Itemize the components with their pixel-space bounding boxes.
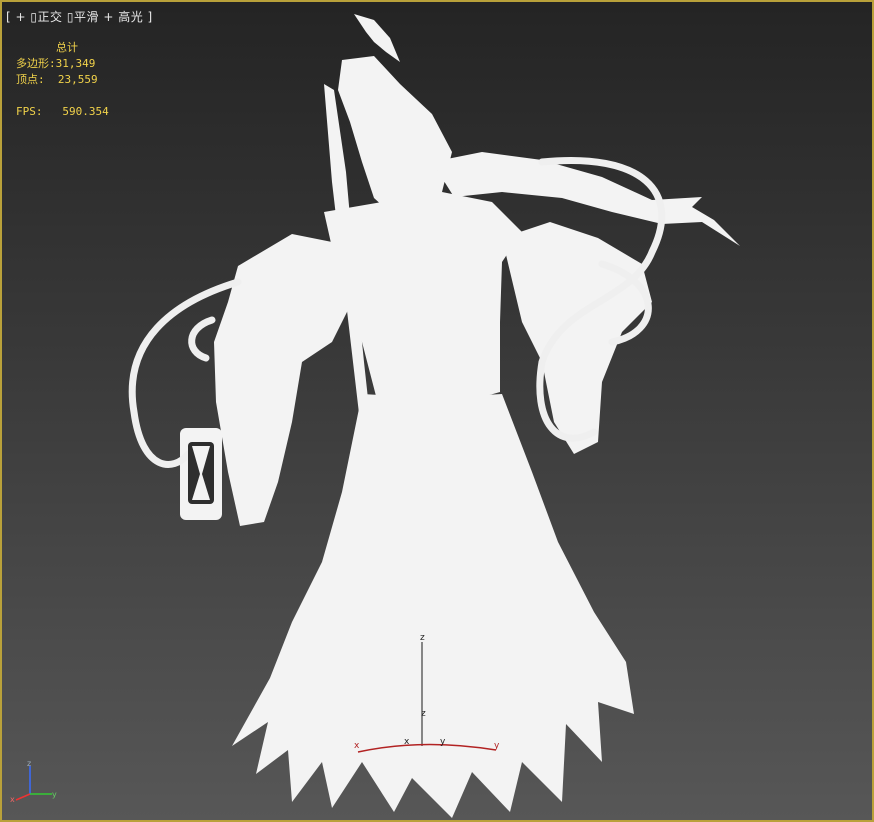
scythe-top-blade: [354, 14, 400, 62]
axis-tripod-icon: z x y: [10, 760, 57, 804]
tripod-y-label: y: [52, 790, 57, 799]
gizmo-z-mid: z: [421, 709, 426, 719]
gizmo-x-mid: x: [404, 737, 410, 747]
left-sleeve-shape: [214, 234, 352, 526]
robe-shape: [232, 394, 634, 818]
gizmo-y-mid: y: [440, 737, 446, 747]
torso-shape: [324, 192, 522, 400]
3d-viewport[interactable]: [ + ▯正交 ▯平滑 + 高光 ] 总计 多边形:31,349 顶点: 23,…: [0, 0, 874, 822]
hood-shape: [338, 56, 452, 216]
left-ribbon-inner: [188, 316, 216, 362]
tripod-x-label: x: [10, 795, 15, 804]
gizmo-y-right: y: [494, 741, 500, 751]
tripod-z-label: z: [27, 760, 31, 768]
grim-reaper-model[interactable]: z z x x y y: [2, 2, 872, 820]
gizmo-x-left: x: [354, 741, 360, 751]
gizmo-z-top: z: [420, 633, 425, 643]
